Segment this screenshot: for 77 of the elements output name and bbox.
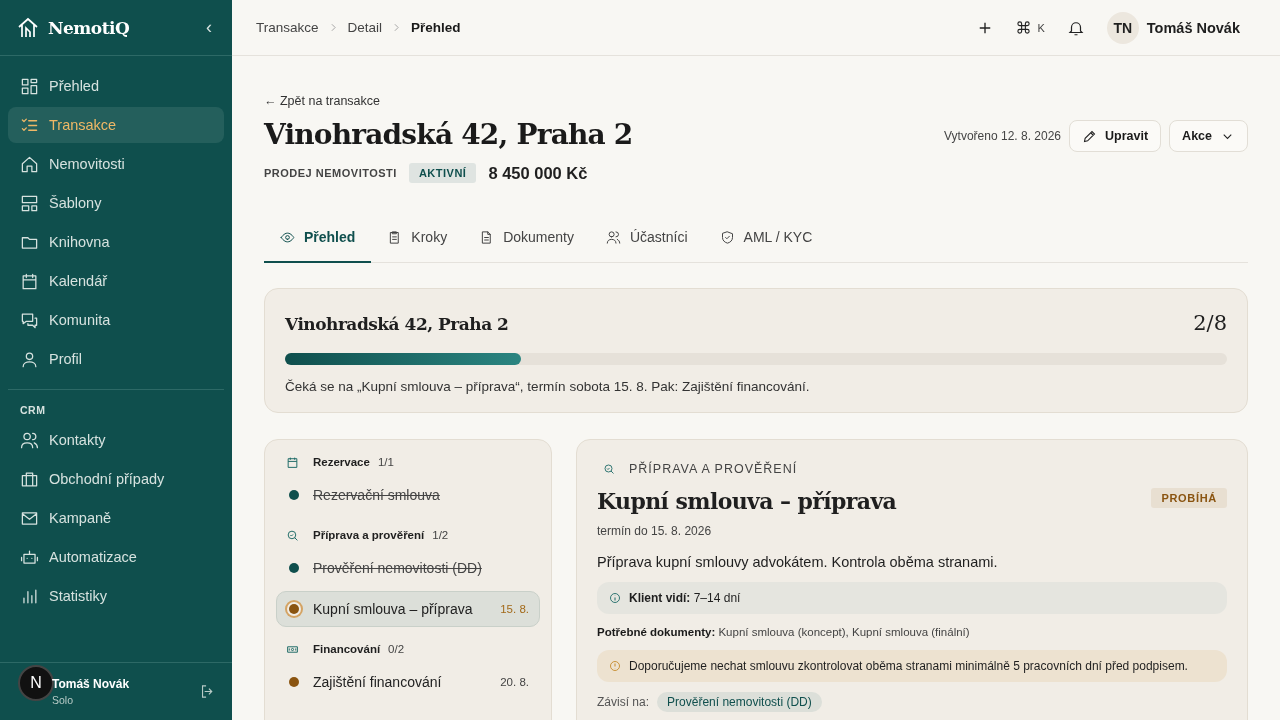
nav-item[interactable]: Obchodní případy: [8, 461, 224, 497]
group-count: 1/2: [432, 529, 449, 541]
tab[interactable]: AML / KYC: [703, 213, 829, 263]
price: 8 450 000 Kč: [488, 163, 588, 183]
command-icon: [1016, 20, 1032, 35]
nav-item[interactable]: Kampaně: [8, 500, 224, 536]
search-icon: [603, 463, 615, 475]
tab[interactable]: Účastníci: [589, 213, 704, 263]
note-text: Klient vidí: 7–14 dní: [629, 591, 741, 605]
user-plan: Solo: [52, 694, 74, 706]
transaction-type: PRODEJ NEMOVITOSTI: [264, 167, 397, 179]
eye-icon: [280, 229, 295, 245]
users-icon: [20, 430, 39, 450]
nav-item[interactable]: Statistiky: [8, 578, 224, 614]
calendar-icon: [286, 455, 299, 469]
back-link[interactable]: ← Zpět na transakce: [264, 94, 1248, 108]
search-icon: [286, 528, 299, 542]
phase-label: PŘÍPRAVA A PROVĚŘENÍ: [629, 462, 798, 476]
group-title: Příprava a prověření: [313, 529, 425, 541]
house-logo-icon: [16, 15, 40, 40]
card-title: Vinohradská 42, Praha 2: [285, 314, 509, 334]
nav-item[interactable]: Komunita: [8, 302, 224, 338]
nav-item[interactable]: Transakce: [8, 107, 224, 143]
collapse-button[interactable]: ‹: [202, 17, 216, 38]
step-item[interactable]: Prověření nemovitosti (DD): [276, 550, 540, 586]
status-badge: PROBÍHÁ: [1151, 488, 1227, 508]
actions-button[interactable]: Akce: [1169, 120, 1248, 152]
step-title: Kupní smlouva – příprava: [597, 488, 897, 514]
section-label: CRM: [19, 403, 47, 416]
step-count: 2/8: [1193, 311, 1227, 335]
step-description: Příprava kupní smlouvy advokátem. Kontrola oběma stranami.: [597, 554, 999, 570]
users-icon: [605, 229, 621, 245]
info-icon: [609, 660, 621, 672]
nav-item[interactable]: Kalendář: [8, 263, 224, 299]
group-count: 0/2: [388, 643, 405, 655]
pencil-icon: [1082, 128, 1098, 144]
depends-label: Závisí na:: [597, 695, 650, 709]
nav-item[interactable]: Kontakty: [8, 422, 224, 458]
status-badge: AKTIVNÍ: [408, 163, 477, 183]
step-item[interactable]: Zajištění financování 20. 8.: [276, 664, 540, 700]
user-avatar[interactable]: TN: [1106, 11, 1139, 44]
breadcrumb[interactable]: Detail: [347, 20, 383, 35]
group-title: Financování: [313, 643, 381, 655]
tab[interactable]: Kroky: [371, 213, 464, 263]
user-name: Tomáš Novák: [52, 677, 131, 691]
due-date: termín do 15. 8. 2026: [597, 524, 713, 538]
layout-icon: [20, 193, 39, 213]
dependency-chip[interactable]: Prověření nemovitosti (DD): [657, 692, 822, 712]
user-name: Tomáš Novák: [1146, 19, 1240, 36]
home-icon: [20, 154, 39, 174]
breadcrumb[interactable]: Přehled: [411, 20, 461, 35]
required-documents: Potřebné dokumenty: Kupní smlouva (koncept), Kupní smlouva (finální): [597, 626, 971, 638]
shield-icon: [719, 229, 735, 245]
note-text: Doporučujeme nechat smlouvu zkontrolovat oběma stranami minimálně 5 pracovních dní před podpisem.: [629, 659, 1188, 673]
calendar-icon: [20, 271, 39, 291]
tab[interactable]: Přehled: [264, 213, 372, 263]
breadcrumb[interactable]: Transakce: [256, 20, 319, 35]
command-button[interactable]: K: [1016, 20, 1045, 35]
nav-item[interactable]: Profil: [8, 341, 224, 377]
step-item[interactable]: Rezervační smlouva: [276, 477, 540, 513]
tab[interactable]: Dokumenty: [463, 213, 590, 263]
nav-item[interactable]: Šablony: [8, 185, 224, 221]
nav-item[interactable]: Automatizace: [8, 539, 224, 575]
progress-note: Čeká se na „Kupní smlouva – příprava“, termín sobota 15. 8. Pak: Zajištění financování.: [285, 379, 811, 394]
logout-icon[interactable]: [199, 683, 216, 700]
edit-button[interactable]: Upravit: [1069, 120, 1162, 152]
group-count: 1/1: [377, 456, 394, 468]
page-title: Vinohradská 42, Praha 2: [264, 118, 633, 151]
grid-icon: [20, 76, 39, 96]
nav-item[interactable]: Nemovitosti: [8, 146, 224, 182]
created-date: Vytvořeno 12. 8. 2026: [944, 129, 1062, 143]
nav-item[interactable]: Knihovna: [8, 224, 224, 260]
app-logo: NemotiQ: [48, 17, 131, 38]
step-item[interactable]: Kupní smlouva – příprava 15. 8.: [276, 591, 540, 627]
info-icon: [609, 592, 621, 604]
nav-item[interactable]: Přehled: [8, 68, 224, 104]
group-title: Rezervace: [313, 456, 370, 468]
